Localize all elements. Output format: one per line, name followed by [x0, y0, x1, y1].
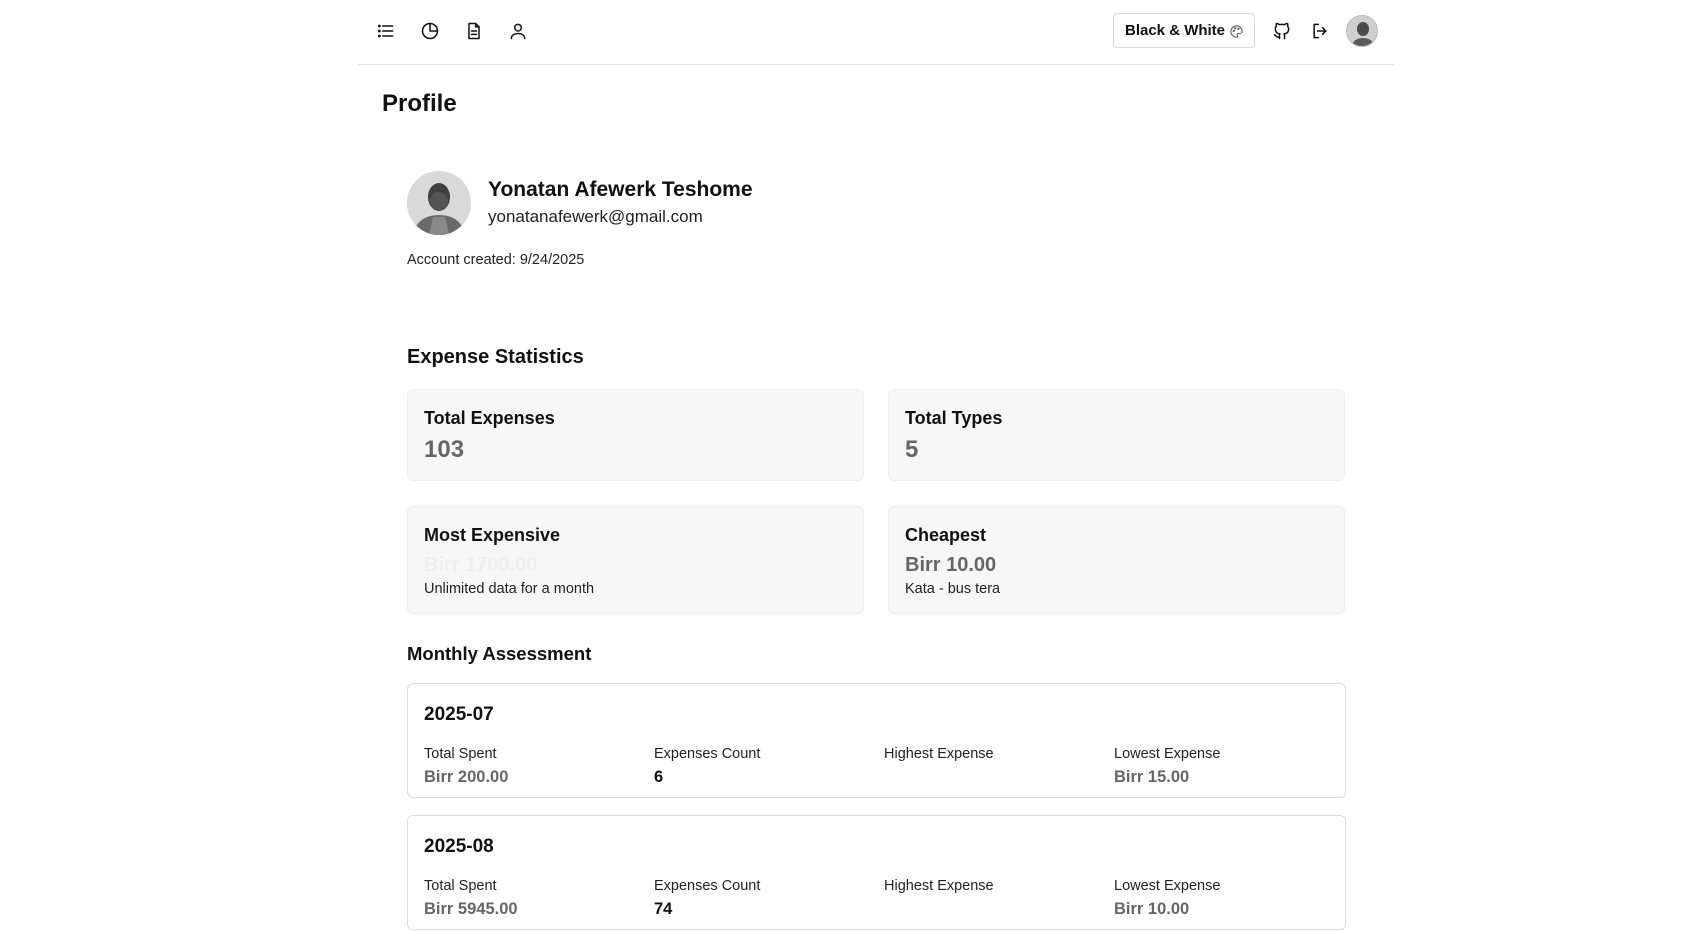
total-spent-column: Total Spent Birr 200.00	[424, 746, 508, 787]
list-icon[interactable]	[374, 19, 398, 43]
lowest-expense-label: Lowest Expense	[1114, 746, 1221, 762]
most-expensive-description: Unlimited data for a month	[424, 581, 595, 597]
month-label: 2025-08	[424, 836, 494, 857]
logout-icon[interactable]	[1308, 19, 1332, 43]
expense-statistics-title: Expense Statistics	[407, 346, 584, 368]
lowest-expense-column: Lowest Expense Birr 10.00	[1114, 878, 1220, 919]
total-spent-value: Birr 200.00	[424, 768, 509, 786]
highest-expense-column: Highest Expense	[884, 878, 994, 900]
palette-icon	[1229, 24, 1244, 39]
profile-avatar	[407, 171, 471, 235]
cheapest-card: Cheapest Birr 10.00 Kata - bus tera	[888, 506, 1345, 614]
page-title: Profile	[382, 90, 457, 117]
cheapest-label: Cheapest	[905, 525, 987, 545]
theme-selector-button[interactable]: Black & White	[1113, 13, 1255, 48]
highest-expense-label: Highest Expense	[884, 746, 994, 762]
total-expenses-card: Total Expenses 103	[407, 389, 864, 481]
lowest-expense-value: Birr 15.00	[1114, 768, 1190, 786]
document-icon[interactable]	[462, 19, 486, 43]
total-spent-value: Birr 5945.00	[424, 900, 518, 918]
cheapest-description: Kata - bus tera	[905, 581, 1001, 597]
expenses-count-value: 74	[654, 900, 673, 918]
total-spent-label: Total Spent	[424, 878, 497, 894]
top-navbar: Black & White	[358, 0, 1394, 65]
total-expenses-value: 103	[424, 436, 465, 463]
most-expensive-label: Most Expensive	[424, 525, 561, 545]
most-expensive-card: Most Expensive Birr 1700.00 Unlimited da…	[407, 506, 864, 614]
expenses-count-value: 6	[654, 768, 664, 786]
profile-name: Yonatan Afewerk Teshome	[488, 178, 753, 201]
lowest-expense-column: Lowest Expense Birr 15.00	[1114, 746, 1220, 787]
expenses-count-column: Expenses Count 74	[654, 878, 760, 919]
user-avatar[interactable]	[1346, 15, 1378, 47]
total-types-label: Total Types	[905, 408, 1003, 428]
expenses-count-label: Expenses Count	[654, 878, 761, 894]
pie-chart-icon[interactable]	[418, 19, 442, 43]
total-spent-label: Total Spent	[424, 746, 497, 762]
expenses-count-label: Expenses Count	[654, 746, 761, 762]
lowest-expense-value: Birr 10.00	[1114, 900, 1190, 918]
theme-label: Black & White	[1125, 22, 1226, 39]
month-card: 2025-08 Total Spent Birr 5945.00 Expense…	[407, 815, 1346, 930]
total-spent-column: Total Spent Birr 5945.00	[424, 878, 518, 919]
highest-expense-label: Highest Expense	[884, 878, 994, 894]
month-label: 2025-07	[424, 704, 494, 725]
total-types-value: 5	[905, 436, 919, 463]
lowest-expense-label: Lowest Expense	[1114, 878, 1221, 894]
monthly-assessment-title: Monthly Assessment	[407, 643, 592, 664]
total-expenses-label: Total Expenses	[424, 408, 555, 428]
highest-expense-column: Highest Expense	[884, 746, 994, 768]
most-expensive-amount: Birr 1700.00	[424, 554, 538, 576]
user-icon[interactable]	[506, 19, 530, 43]
cheapest-amount: Birr 10.00	[905, 554, 997, 576]
total-types-card: Total Types 5	[888, 389, 1345, 481]
month-card: 2025-07 Total Spent Birr 200.00 Expenses…	[407, 683, 1346, 798]
profile-email: yonatanafewerk@gmail.com	[488, 207, 703, 226]
github-icon[interactable]	[1270, 19, 1294, 43]
account-created: Account created: 9/24/2025	[407, 252, 585, 268]
expenses-count-column: Expenses Count 6	[654, 746, 760, 787]
